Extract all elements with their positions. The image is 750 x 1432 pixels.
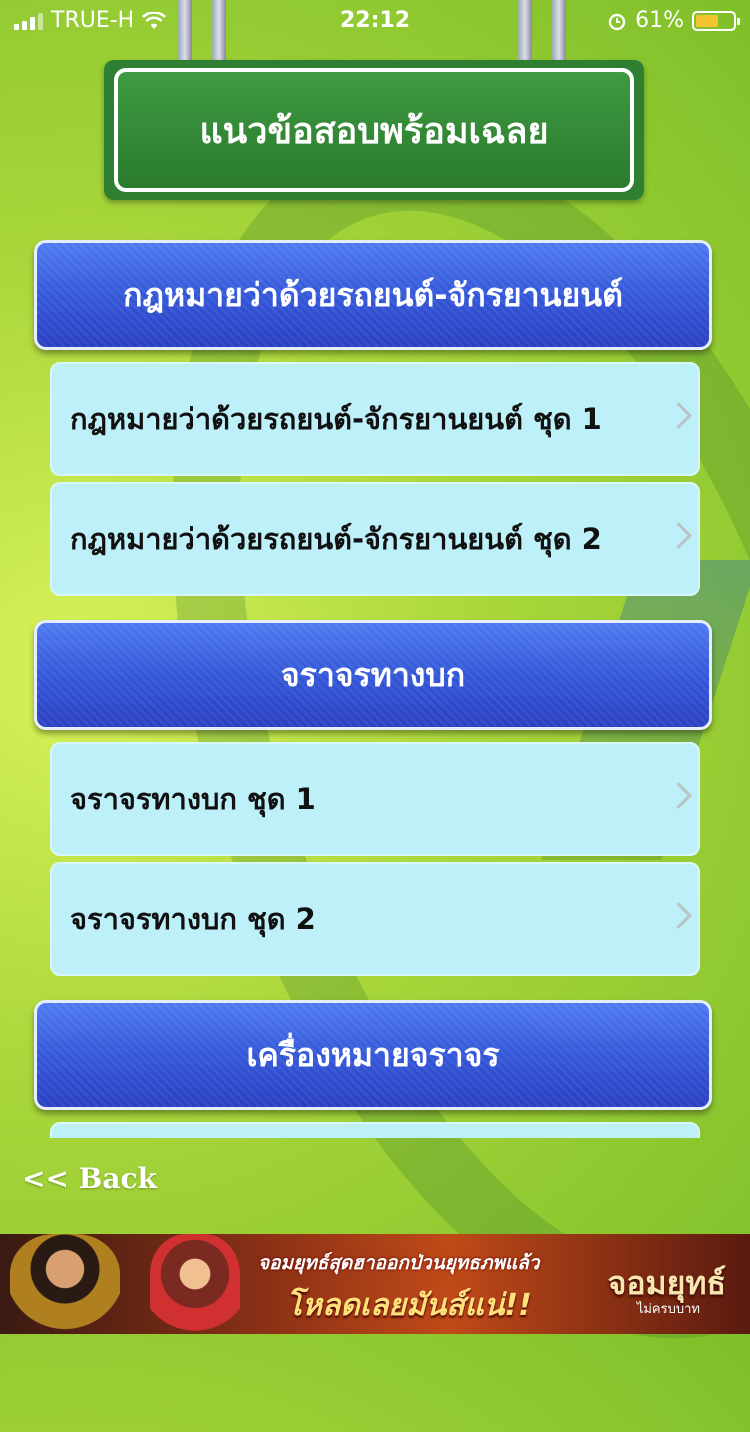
ad-cta: โหลดเลยมันส์แน่!! xyxy=(286,1288,532,1323)
list-item-label: จราจรทางบก ชุด 2 xyxy=(70,902,316,936)
battery-percent: 61% xyxy=(635,8,684,33)
list-item-partial[interactable] xyxy=(50,1122,700,1138)
ad-character-image xyxy=(10,1234,120,1334)
status-bar: TRUE-H 22:12 61% xyxy=(0,0,750,42)
chevron-right-icon xyxy=(665,402,692,429)
list-item-label: กฎหมายว่าด้วยรถยนต์-จักรยานยนต์ ชุด 2 xyxy=(70,522,602,556)
section-header-land-traffic: จราจรทางบก xyxy=(34,620,712,730)
list-item-label: กฎหมายว่าด้วยรถยนต์-จักรยานยนต์ ชุด 1 xyxy=(70,402,602,436)
chevron-right-icon xyxy=(665,902,692,929)
list-item-label: จราจรทางบก ชุด 1 xyxy=(70,782,316,816)
list-item-land-traffic-set-2[interactable]: จราจรทางบก ชุด 2 xyxy=(50,862,700,976)
ad-banner[interactable]: จอมยุทธ์สุดฮาออกป่วนยุทธภพแล้ว โหลดเลยมั… xyxy=(0,1234,750,1334)
ad-headline: จอมยุทธ์สุดฮาออกป่วนยุทธภพแล้ว xyxy=(258,1252,540,1274)
section-header-traffic-signs: เครื่องหมายจราจร xyxy=(34,1000,712,1110)
list-item-motor-law-set-1[interactable]: กฎหมายว่าด้วยรถยนต์-จักรยานยนต์ ชุด 1 xyxy=(50,362,700,476)
chevron-right-icon xyxy=(665,522,692,549)
chevron-right-icon xyxy=(665,782,692,809)
page-title: แนวข้อสอบพร้อมเฉลย xyxy=(114,68,634,192)
list-item-land-traffic-set-1[interactable]: จราจรทางบก ชุด 1 xyxy=(50,742,700,856)
list-item-motor-law-set-2[interactable]: กฎหมายว่าด้วยรถยนต์-จักรยานยนต์ ชุด 2 xyxy=(50,482,700,596)
title-sign: แนวข้อสอบพร้อมเฉลย xyxy=(104,60,644,200)
battery-icon xyxy=(692,10,740,31)
ad-logo-sub: ไม่ครบบาท xyxy=(636,1302,700,1317)
back-button[interactable]: << Back xyxy=(22,1162,157,1195)
exam-list[interactable]: กฎหมายว่าด้วยรถยนต์-จักรยานยนต์ กฎหมายว่… xyxy=(0,238,750,1138)
alarm-icon xyxy=(608,13,626,30)
ad-character-image-2 xyxy=(150,1234,240,1334)
section-header-motor-law: กฎหมายว่าด้วยรถยนต์-จักรยานยนต์ xyxy=(34,240,712,350)
